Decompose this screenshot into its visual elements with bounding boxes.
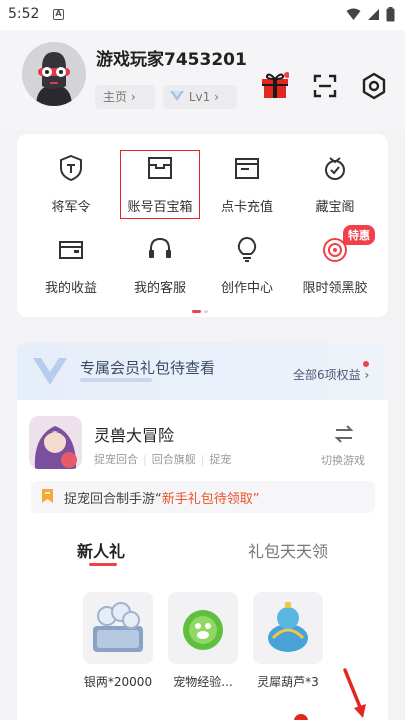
shield-t-icon: [60, 154, 82, 182]
grid-label: 我的收益: [44, 281, 97, 296]
bulb-icon: [237, 236, 257, 262]
switch-icon[interactable]: [334, 425, 354, 443]
annotation-arrow: [343, 668, 366, 718]
gift-item[interactable]: 灵犀葫芦*3: [253, 592, 323, 690]
avatar[interactable]: [22, 42, 86, 106]
treasure-pavilion-icon: [325, 157, 345, 180]
tab-daily-gift[interactable]: 礼包天天领: [248, 538, 328, 562]
game-tag: 捉宠回合: [94, 453, 138, 466]
status-time: 5:52: [8, 6, 40, 22]
game-thumbnail[interactable]: [29, 416, 82, 469]
gift-item[interactable]: 宠物经验...: [168, 592, 238, 690]
card-icon: [235, 158, 259, 179]
grid-label: 藏宝阁: [315, 200, 355, 215]
vip-benefits-link[interactable]: 全部6项权益 ›: [293, 366, 369, 383]
wifi-icon: [346, 8, 361, 20]
vip-title-underline: [80, 378, 152, 382]
vip-benefits-label: 全部6项权益: [293, 368, 361, 382]
game-tag: 回合旗舰: [151, 453, 196, 466]
wallet-icon: [59, 241, 83, 259]
scan-icon[interactable]: [311, 72, 339, 100]
page-dot: [204, 310, 208, 313]
gourd-icon: [253, 592, 323, 664]
system-icons: [346, 7, 395, 22]
game-tags: 捉宠回合 | 回合旗舰 | 捉宠: [94, 453, 232, 466]
pet-exp-icon: [168, 592, 238, 664]
diamond-icon: [33, 358, 67, 385]
grid-item-my-earnings[interactable]: 我的收益: [25, 215, 117, 296]
game-name: 灵兽大冒险: [94, 426, 175, 445]
gift-item[interactable]: 银两*20000: [83, 592, 153, 690]
diamond-icon: [170, 91, 184, 101]
home-link[interactable]: 主页 ›: [95, 85, 155, 109]
highlight-box: [120, 150, 200, 219]
signal-icon: [368, 9, 379, 20]
chevron-right-icon: ›: [130, 90, 136, 104]
grid-label: 限时领黑胶: [302, 281, 368, 296]
a-icon: A: [53, 9, 64, 20]
grid-item-general-token[interactable]: 将军令: [25, 134, 117, 215]
switch-game-label[interactable]: 切换游戏: [321, 452, 365, 468]
grid-item-card-recharge[interactable]: 点卡充值: [201, 134, 293, 215]
home-label: 主页: [103, 90, 128, 104]
battery-icon: [386, 7, 395, 22]
notification-dot: [363, 361, 369, 367]
discount-badge: 特惠: [343, 225, 375, 245]
grid-label: 将军令: [51, 200, 91, 215]
grid-label: 创作中心: [220, 281, 273, 296]
promo-prefix: 捉宠回合制手游“: [64, 492, 162, 507]
page-indicator: [192, 301, 211, 320]
promo-highlight: 新手礼包待领取: [161, 492, 253, 507]
gift-icon[interactable]: [261, 72, 289, 100]
grid-item-treasure-pavilion[interactable]: 藏宝阁: [289, 134, 381, 215]
gift-name: 灵犀葫芦*3: [257, 675, 319, 689]
vip-title: 专属会员礼包待查看: [80, 359, 216, 377]
chevron-right-icon: ›: [360, 368, 370, 382]
tab-newcomer-gift[interactable]: 新人礼: [77, 538, 125, 562]
chevron-right-icon: ›: [214, 90, 219, 104]
settings-icon[interactable]: [360, 72, 388, 100]
grid-label: 点卡充值: [220, 200, 273, 215]
game-tag: 捉宠: [209, 453, 232, 466]
headset-icon: [149, 237, 171, 258]
tab-indicator: [89, 563, 117, 566]
username[interactable]: 游戏玩家7453201: [96, 45, 247, 70]
gift-name: 银两*20000: [83, 675, 153, 689]
grid-label: 我的客服: [133, 281, 186, 296]
page-dot-active: [192, 310, 201, 313]
status-bar: 5:52 A: [0, 0, 405, 30]
level-label: Lv1: [188, 90, 211, 104]
level-badge[interactable]: Lv1 ›: [163, 85, 237, 109]
promo-text: 捉宠回合制手游“新手礼包待领取”: [64, 488, 260, 507]
grid-item-creation-center[interactable]: 创作中心: [201, 215, 293, 296]
promo-suffix: ”: [252, 492, 260, 507]
grid-item-customer-service[interactable]: 我的客服: [114, 215, 206, 296]
profile-header: 游戏玩家7453201 主页 › Lv1 ›: [0, 30, 405, 130]
silver-ingot-icon: [83, 592, 153, 664]
gift-name: 宠物经验...: [173, 675, 233, 689]
bookmark-icon: [42, 489, 53, 503]
